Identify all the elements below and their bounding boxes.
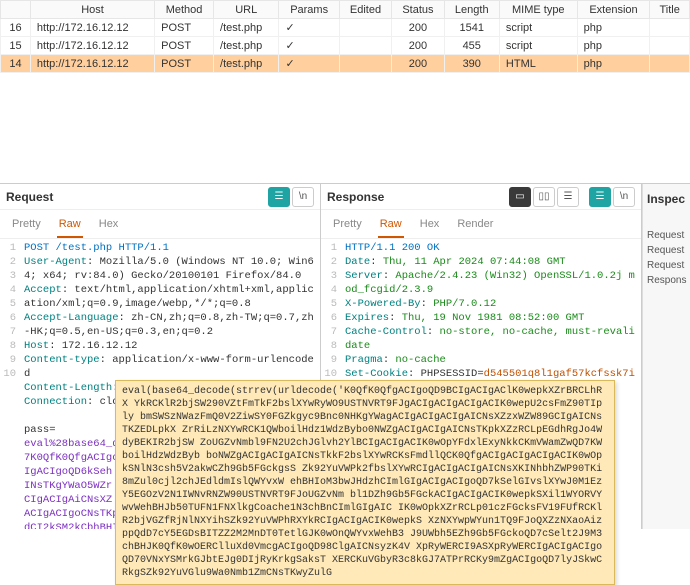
column-header[interactable]: Host bbox=[30, 1, 154, 19]
table-cell: POST bbox=[155, 37, 214, 55]
column-header[interactable]: Method bbox=[155, 1, 214, 19]
column-header[interactable]: Extension bbox=[577, 1, 650, 19]
inspector-item[interactable]: Request bbox=[643, 258, 690, 273]
column-header[interactable]: Edited bbox=[339, 1, 391, 19]
inspector-item[interactable]: Request bbox=[643, 228, 690, 243]
inspector-sidebar: Inspec RequestRequestRequestRespons bbox=[642, 184, 690, 529]
tab-pretty[interactable]: Pretty bbox=[331, 214, 364, 238]
response-tabs: Pretty Raw Hex Render bbox=[321, 210, 641, 239]
table-cell: 200 bbox=[392, 55, 444, 73]
inspector-item[interactable]: Respons bbox=[643, 273, 690, 288]
table-cell: php bbox=[577, 37, 650, 55]
tab-pretty[interactable]: Pretty bbox=[10, 214, 43, 238]
request-line-gutter: 12345678910 bbox=[0, 239, 20, 529]
table-row[interactable]: 14http://172.16.12.12POST/test.php✓ 20039… bbox=[1, 55, 690, 73]
table-cell: 390 bbox=[444, 55, 499, 73]
tab-render[interactable]: Render bbox=[455, 214, 495, 238]
http-history-table[interactable]: HostMethodURLParamsEditedStatusLengthMIM… bbox=[0, 0, 690, 73]
response-title: Response bbox=[327, 190, 384, 204]
inspector-title: Inspec bbox=[643, 188, 690, 212]
table-cell bbox=[339, 19, 391, 37]
table-cell: php bbox=[577, 19, 650, 37]
table-cell: http://172.16.12.12 bbox=[30, 19, 154, 37]
view-mode-rows-icon[interactable]: ☰ bbox=[557, 187, 579, 207]
table-cell: POST bbox=[155, 19, 214, 37]
table-cell: ✓ bbox=[279, 55, 339, 73]
table-cell: 15 bbox=[1, 37, 31, 55]
response-newline-icon[interactable]: \n bbox=[613, 187, 635, 207]
request-newline-icon[interactable]: \n bbox=[292, 187, 314, 207]
table-cell: POST bbox=[155, 55, 214, 73]
table-cell bbox=[650, 55, 690, 73]
request-title: Request bbox=[6, 190, 53, 204]
table-cell: 455 bbox=[444, 37, 499, 55]
table-cell bbox=[339, 55, 391, 73]
decode-tooltip: eval(base64_decode(strrev(urldecode('K0Q… bbox=[115, 380, 615, 585]
table-cell: script bbox=[499, 37, 577, 55]
table-cell: 14 bbox=[1, 55, 31, 73]
table-cell: script bbox=[499, 19, 577, 37]
table-cell bbox=[339, 37, 391, 55]
request-tabs: Pretty Raw Hex bbox=[0, 210, 320, 239]
request-actions-icon[interactable]: ☰ bbox=[268, 187, 290, 207]
table-cell: /test.php bbox=[214, 37, 279, 55]
table-cell: http://172.16.12.12 bbox=[30, 37, 154, 55]
inspector-item[interactable]: Request bbox=[643, 243, 690, 258]
table-cell: 16 bbox=[1, 19, 31, 37]
table-cell: 200 bbox=[392, 19, 444, 37]
column-header[interactable]: Length bbox=[444, 1, 499, 19]
column-header[interactable]: Params bbox=[279, 1, 339, 19]
view-mode-split-icon[interactable]: ▭ bbox=[509, 187, 531, 207]
table-cell: /test.php bbox=[214, 19, 279, 37]
table-cell: http://172.16.12.12 bbox=[30, 55, 154, 73]
tab-raw[interactable]: Raw bbox=[378, 214, 404, 238]
table-row[interactable]: 16http://172.16.12.12POST/test.php✓ 20015… bbox=[1, 19, 690, 37]
tab-hex[interactable]: Hex bbox=[97, 214, 121, 238]
column-header[interactable] bbox=[1, 1, 31, 19]
response-actions-icon[interactable]: ☰ bbox=[589, 187, 611, 207]
table-cell: HTML bbox=[499, 55, 577, 73]
column-header[interactable]: MIME type bbox=[499, 1, 577, 19]
view-mode-cols-icon[interactable]: ▯▯ bbox=[533, 187, 555, 207]
table-cell: ✓ bbox=[279, 37, 339, 55]
table-row[interactable]: 15http://172.16.12.12POST/test.php✓ 20045… bbox=[1, 37, 690, 55]
gap-area bbox=[0, 73, 690, 183]
table-cell bbox=[650, 19, 690, 37]
column-header[interactable]: URL bbox=[214, 1, 279, 19]
table-cell: 200 bbox=[392, 37, 444, 55]
column-header[interactable]: Status bbox=[392, 1, 444, 19]
tab-raw[interactable]: Raw bbox=[57, 214, 83, 238]
table-cell bbox=[650, 37, 690, 55]
table-cell: ✓ bbox=[279, 19, 339, 37]
table-cell: 1541 bbox=[444, 19, 499, 37]
table-cell: php bbox=[577, 55, 650, 73]
tab-hex[interactable]: Hex bbox=[418, 214, 442, 238]
column-header[interactable]: Title bbox=[650, 1, 690, 19]
table-cell: /test.php bbox=[214, 55, 279, 73]
